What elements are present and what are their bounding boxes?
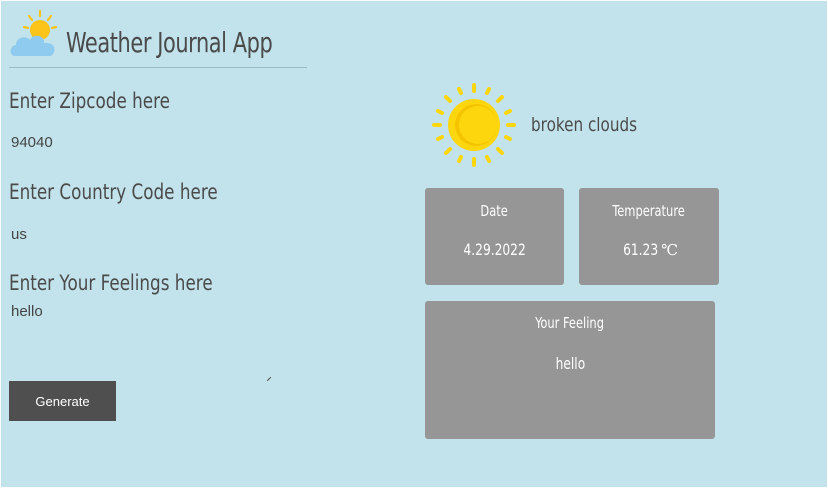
temperature-value: 61.23 bbox=[623, 240, 659, 259]
weather-description: broken clouds bbox=[531, 114, 638, 136]
date-card: Date 4.29.2022 bbox=[425, 188, 564, 285]
temperature-unit: ℃ bbox=[661, 241, 678, 259]
zip-label: Enter Zipcode here bbox=[9, 89, 170, 113]
temperature-label: Temperature bbox=[612, 202, 686, 220]
feeling-label: Your Feeling bbox=[535, 314, 605, 332]
feelings-label: Enter Your Feelings here bbox=[9, 271, 213, 295]
country-input[interactable] bbox=[9, 224, 273, 244]
feeling-card: Your Feeling hello bbox=[425, 301, 715, 439]
app-title: Weather Journal App bbox=[66, 26, 273, 59]
partly-cloudy-icon bbox=[10, 9, 58, 56]
date-value: 4.29.2022 bbox=[463, 240, 526, 259]
feelings-textarea[interactable]: hello bbox=[9, 301, 275, 385]
feeling-value: hello bbox=[555, 354, 585, 373]
date-label: Date bbox=[480, 202, 509, 220]
generate-button[interactable]: Generate bbox=[9, 381, 116, 421]
country-label: Enter Country Code here bbox=[9, 180, 218, 204]
resize-handle-icon[interactable] bbox=[267, 377, 271, 381]
title-divider bbox=[9, 67, 307, 68]
temperature-card: Temperature 61.23 ℃ bbox=[579, 188, 719, 285]
app-container: Weather Journal App Enter Zipcode here E… bbox=[1, 1, 827, 487]
sun-icon bbox=[432, 83, 516, 167]
zip-input[interactable] bbox=[9, 132, 273, 152]
